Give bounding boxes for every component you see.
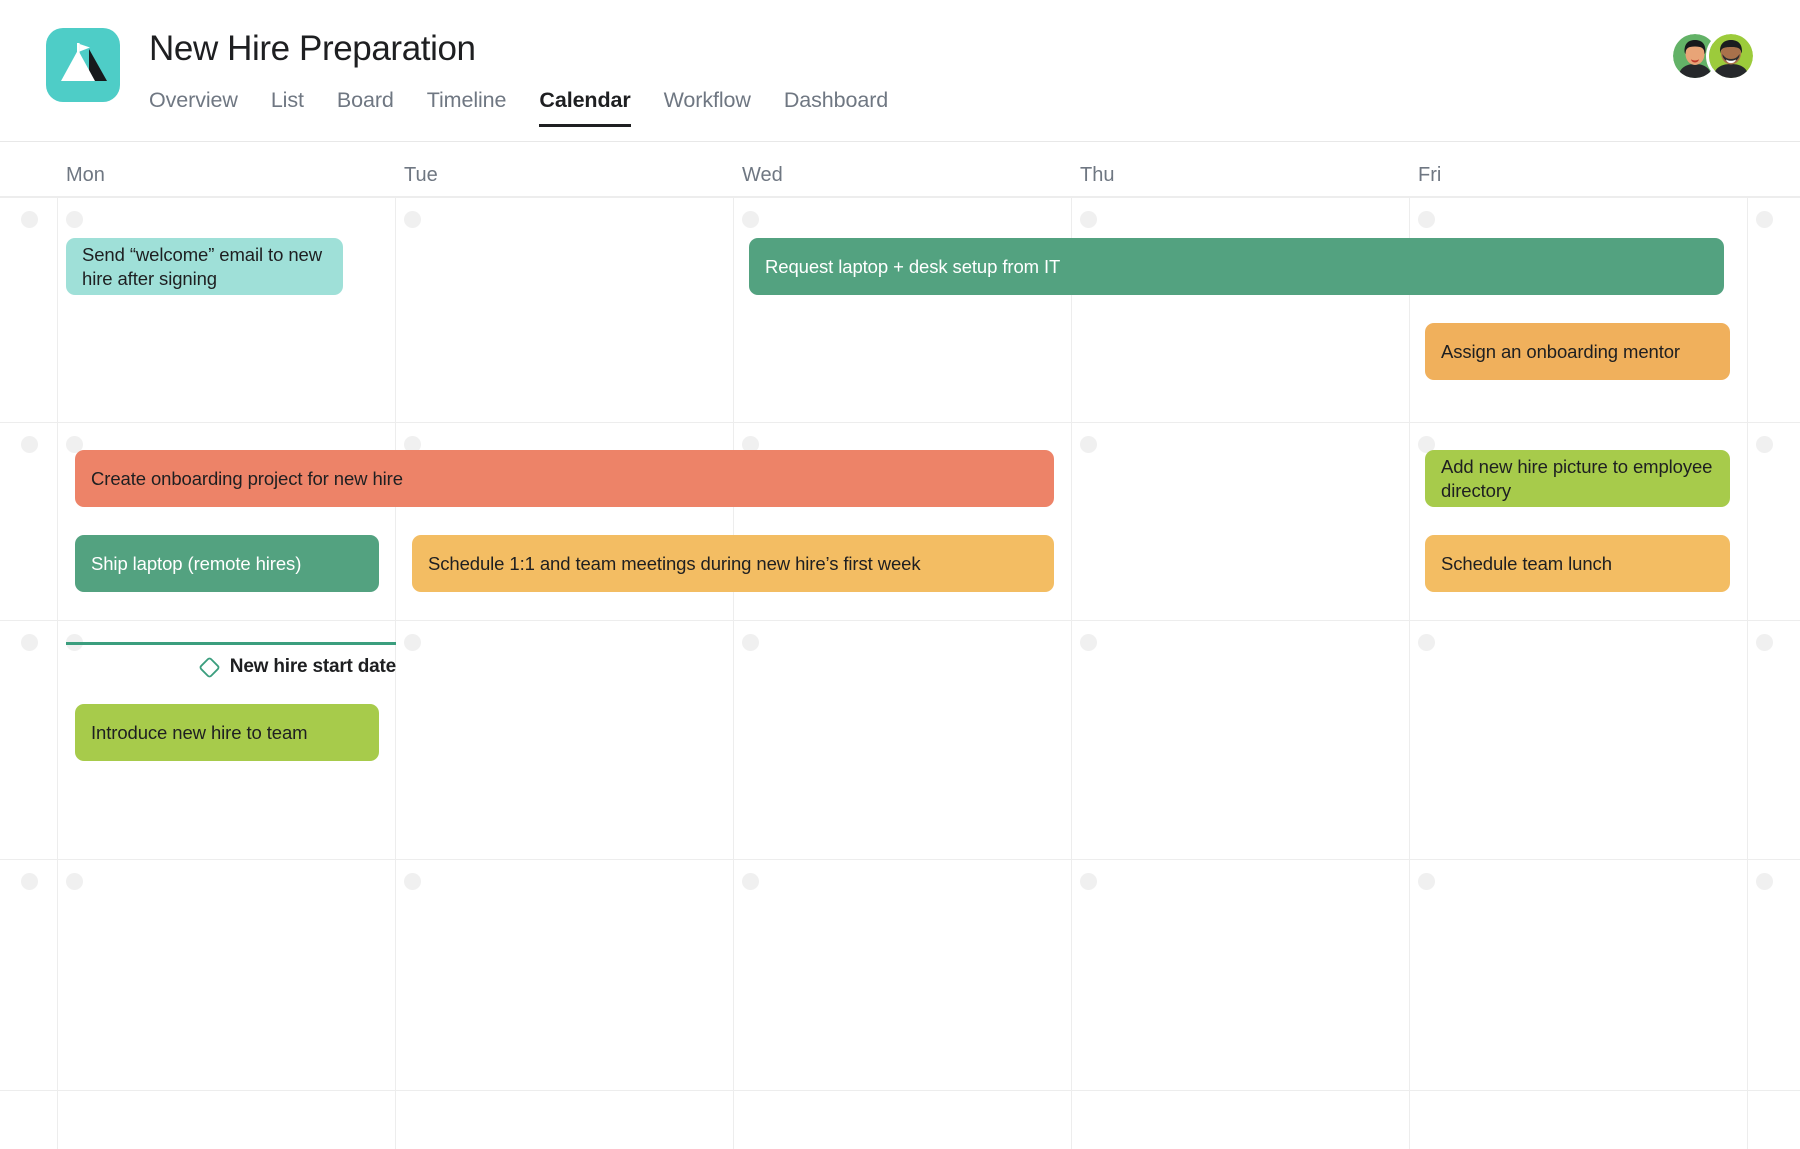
project-logo[interactable] — [46, 28, 120, 102]
day-number-placeholder[interactable] — [404, 873, 421, 890]
tab-bar: Overview List Board Timeline Calendar Wo… — [149, 88, 888, 127]
day-header-mon: Mon — [66, 164, 105, 186]
day-number-placeholder[interactable] — [404, 634, 421, 651]
calendar-event-chip[interactable]: Send “welcome” email to new hire after s… — [66, 238, 343, 295]
page-title: New Hire Preparation — [149, 29, 476, 68]
calendar-event-chip[interactable]: Create onboarding project for new hire — [75, 450, 1054, 507]
day-number-placeholder[interactable] — [1080, 634, 1097, 651]
calendar-event-title: Ship laptop (remote hires) — [91, 552, 302, 574]
grid-row-divider — [0, 859, 1800, 860]
calendar-event-title: Add new hire picture to employee directo… — [1441, 455, 1713, 501]
calendar-event-title: Schedule 1:1 and team meetings during ne… — [428, 552, 921, 574]
day-number-placeholder[interactable] — [1756, 634, 1773, 651]
grid-column-divider — [733, 197, 734, 1149]
day-number-placeholder[interactable] — [66, 211, 83, 228]
day-number-placeholder[interactable] — [1418, 634, 1435, 651]
day-header-tue: Tue — [404, 164, 438, 186]
day-number-placeholder[interactable] — [1080, 873, 1097, 890]
day-number-placeholder[interactable] — [1418, 873, 1435, 890]
day-number-placeholder[interactable] — [1756, 211, 1773, 228]
calendar-event-chip[interactable]: Assign an onboarding mentor — [1425, 323, 1730, 380]
calendar-event-chip[interactable]: Schedule 1:1 and team meetings during ne… — [412, 535, 1054, 592]
day-number-placeholder[interactable] — [742, 634, 759, 651]
grid-row-divider — [0, 197, 1800, 198]
calendar-event-title: Assign an onboarding mentor — [1441, 340, 1680, 362]
calendar-event-chip[interactable]: Introduce new hire to team — [75, 704, 379, 761]
tab-board[interactable]: Board — [337, 88, 394, 127]
avatar[interactable] — [1706, 31, 1756, 81]
diamond-outline-icon — [199, 657, 220, 677]
app-header: New Hire Preparation Overview List Board… — [0, 0, 1800, 142]
day-header-fri: Fri — [1418, 164, 1442, 186]
day-number-placeholder[interactable] — [1418, 211, 1435, 228]
calendar-event-title: Schedule team lunch — [1441, 552, 1612, 574]
calendar-event-chip[interactable]: Add new hire picture to employee directo… — [1425, 450, 1730, 507]
milestone-label-text: New hire start date — [229, 656, 396, 677]
day-number-placeholder[interactable] — [742, 211, 759, 228]
day-number-placeholder[interactable] — [404, 211, 421, 228]
tab-overview[interactable]: Overview — [149, 88, 238, 127]
calendar-day-header-row: Mon Tue Wed Thu Fri — [0, 142, 1800, 197]
milestone-marker-line — [66, 642, 396, 645]
day-number-placeholder[interactable] — [21, 634, 38, 651]
mountain-flag-icon — [61, 43, 107, 81]
calendar-event-title: Introduce new hire to team — [91, 721, 308, 743]
header-text: New Hire Preparation Overview List Board… — [149, 28, 888, 127]
day-number-placeholder[interactable] — [1756, 873, 1773, 890]
calendar-event-chip[interactable]: Request laptop + desk setup from IT — [749, 238, 1724, 295]
day-header-thu: Thu — [1080, 164, 1115, 186]
day-number-placeholder[interactable] — [21, 873, 38, 890]
day-number-placeholder[interactable] — [1756, 436, 1773, 453]
day-number-placeholder[interactable] — [742, 873, 759, 890]
member-avatar-group — [1670, 31, 1756, 81]
grid-row-divider — [0, 422, 1800, 423]
calendar-grid[interactable]: Send “welcome” email to new hire after s… — [0, 197, 1800, 1149]
header-inner: New Hire Preparation Overview List Board… — [46, 0, 1800, 127]
tab-workflow[interactable]: Workflow — [664, 88, 751, 127]
calendar-event-chip[interactable]: Ship laptop (remote hires) — [75, 535, 379, 592]
day-number-placeholder[interactable] — [1080, 211, 1097, 228]
day-header-wed: Wed — [742, 164, 783, 186]
grid-column-divider — [1409, 197, 1410, 1149]
calendar-event-title: Request laptop + desk setup from IT — [765, 255, 1061, 277]
grid-row-divider — [0, 1090, 1800, 1091]
grid-column-divider — [57, 197, 58, 1149]
grid-column-divider — [1747, 197, 1748, 1149]
calendar-event-title: Send “welcome” email to new hire after s… — [82, 243, 322, 289]
tab-timeline[interactable]: Timeline — [427, 88, 507, 127]
day-number-placeholder[interactable] — [21, 436, 38, 453]
grid-row-divider — [0, 620, 1800, 621]
calendar-event-chip[interactable]: Schedule team lunch — [1425, 535, 1730, 592]
tab-list[interactable]: List — [271, 88, 304, 127]
grid-column-divider — [1071, 197, 1072, 1149]
day-number-placeholder[interactable] — [21, 211, 38, 228]
day-number-placeholder[interactable] — [66, 873, 83, 890]
calendar-event-title: Create onboarding project for new hire — [91, 467, 403, 489]
tab-calendar[interactable]: Calendar — [539, 88, 631, 127]
milestone-new-hire-start-date[interactable]: New hire start date — [66, 656, 396, 678]
day-number-placeholder[interactable] — [1080, 436, 1097, 453]
tab-dashboard[interactable]: Dashboard — [784, 88, 888, 127]
